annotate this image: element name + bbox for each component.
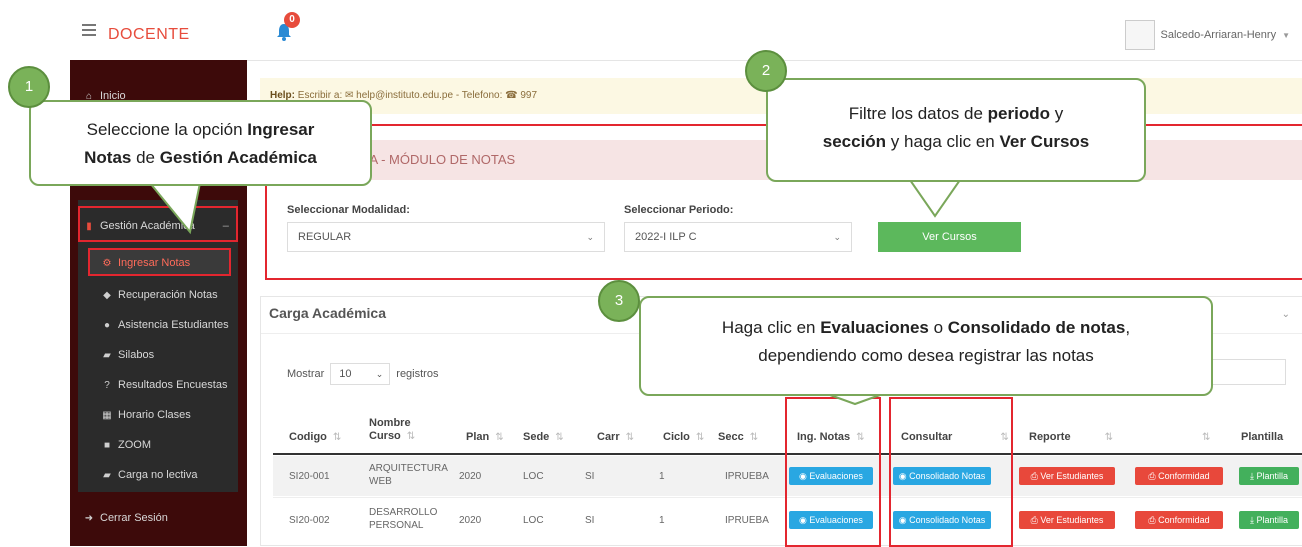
callout-step-1: Seleccione la opción Ingresar Notas de G… [29,100,372,186]
step-number-1: 1 [8,66,50,108]
callout-step-3: Haga clic en Evaluaciones o Consolidado … [639,296,1213,396]
step-number-2: 2 [745,50,787,92]
step-number-3: 3 [598,280,640,322]
callout-step-2: Filtre los datos de periodo y sección y … [766,78,1146,182]
